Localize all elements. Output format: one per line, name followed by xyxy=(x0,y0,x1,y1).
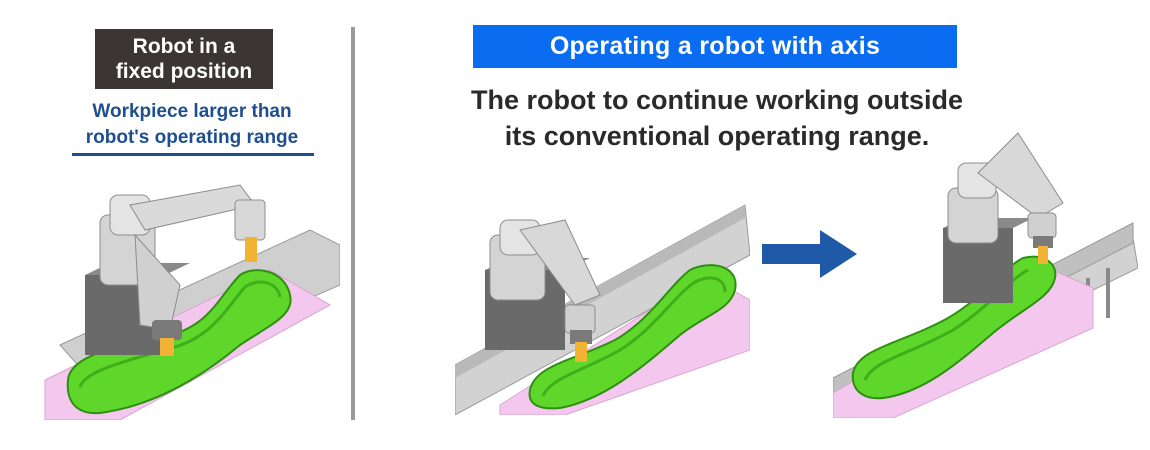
fixed-position-tag: Robot in a fixed position xyxy=(95,29,273,89)
axis-robot-moved-scene xyxy=(833,132,1138,418)
axis-operation-title: Operating a robot with axis xyxy=(473,25,957,68)
axis-robot-start-scene xyxy=(455,204,750,415)
workpiece-note-underline xyxy=(72,153,314,156)
fixed-position-tag-line1: Robot in a xyxy=(132,35,236,58)
workpiece-note-line2: robot's operating range xyxy=(85,127,299,148)
workpiece-note-line1: Workpiece larger than xyxy=(92,101,292,122)
fixed-position-tag-line2: fixed position xyxy=(115,60,253,83)
workpiece-note: Workpiece larger than robot's operating … xyxy=(68,99,316,151)
description-line1: The robot to continue working outside xyxy=(471,85,963,115)
panel-divider xyxy=(351,27,355,420)
fixed-robot-scene xyxy=(44,184,340,420)
